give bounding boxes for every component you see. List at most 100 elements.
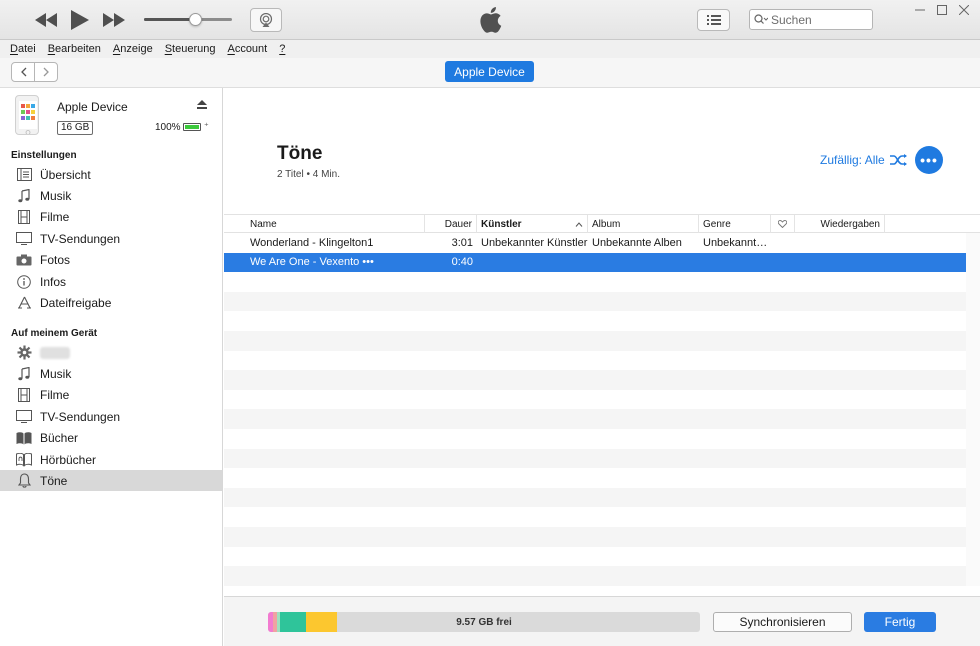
close-button[interactable] (954, 2, 974, 18)
navigation-bar: Apple Device (0, 58, 980, 88)
menu-accelerator: B (47, 43, 56, 55)
column-love[interactable] (771, 215, 795, 233)
shuffle-label: Zufällig: Alle (820, 153, 885, 167)
sidebar-item-label: Dateifreigabe (40, 295, 112, 310)
track-row[interactable]: Wonderland - Klingelton1 3:01 Unbekannter … (224, 233, 966, 253)
track-duration: 3:01 (451, 236, 473, 249)
shuffle-icon (889, 154, 907, 166)
search-input[interactable] (771, 12, 861, 27)
book-icon (15, 430, 33, 446)
search-box[interactable] (749, 9, 873, 30)
more-options-button[interactable]: ••• (915, 146, 943, 174)
sidebar-item-filme[interactable]: Filme (0, 207, 222, 228)
menu-accelerator: ? (279, 43, 286, 55)
menu-label-rest: atei (17, 43, 36, 55)
sync-button[interactable]: Synchronisieren (713, 612, 852, 632)
menu-accelerator: S (164, 43, 173, 55)
player-toolbar (0, 0, 980, 40)
device-summary[interactable]: Apple Device 16 GB 100% ⁺ (0, 88, 223, 146)
page-subtitle: 2 Titel • 4 Min. (277, 169, 340, 180)
search-icon (754, 14, 768, 24)
airplay-button[interactable] (250, 8, 282, 32)
sidebar-item-device-app[interactable] (0, 342, 222, 363)
minimize-icon (915, 9, 925, 11)
track-duration: 0:40 (451, 256, 473, 269)
up-next-button[interactable] (697, 9, 730, 31)
sidebar-item-label: Musik (40, 366, 72, 381)
sidebar-item-tv-sendungen[interactable]: TV-Sendungen (0, 406, 222, 427)
column-plays-label: Wiedergaben (820, 218, 880, 230)
menu-item-2[interactable]: Anzeige (113, 43, 153, 55)
sidebar-item-musik[interactable]: Musik (0, 185, 222, 206)
sidebar-item-dateifreigabe[interactable]: Dateifreigabe (0, 292, 222, 313)
list-icon (706, 15, 721, 25)
device-button[interactable]: Apple Device (445, 61, 534, 82)
forward-button[interactable] (102, 11, 126, 29)
track-genre (703, 253, 771, 272)
back-button[interactable] (12, 63, 35, 81)
track-row[interactable]: We Are One - Vexento ••• 0:40 (224, 252, 966, 273)
column-plays[interactable]: Wiedergaben (795, 215, 885, 233)
menu-label-rest: nzeige (120, 43, 153, 55)
empty-row (224, 291, 966, 312)
sidebar-item-hörbücher[interactable]: Hörbücher (0, 449, 222, 470)
menu-item-0[interactable]: Datei (10, 43, 36, 55)
empty-row (224, 468, 966, 488)
device-thumbnail-icon (15, 95, 39, 135)
tv-icon (15, 409, 33, 425)
sidebar-item-fotos[interactable]: Fotos (0, 250, 222, 271)
empty-row (224, 487, 966, 508)
battery-percentage: 100% (155, 122, 181, 133)
column-album-label: Album (592, 218, 621, 230)
film-icon (15, 387, 33, 403)
empty-row (224, 566, 966, 586)
minimize-button[interactable] (910, 2, 930, 18)
eject-button[interactable] (197, 100, 207, 112)
column-album[interactable]: Album (588, 215, 699, 233)
battery-icon (183, 123, 201, 131)
main-content: Töne 2 Titel • 4 Min. Zufällig: Alle •••… (224, 88, 980, 596)
menu-item-1[interactable]: Bearbeiten (48, 43, 101, 55)
maximize-button[interactable] (932, 2, 952, 18)
empty-row (224, 390, 966, 410)
volume-slider[interactable] (144, 13, 232, 26)
chevron-right-icon (43, 67, 49, 77)
play-button[interactable] (69, 8, 91, 32)
camera-icon (15, 252, 33, 268)
column-genre[interactable]: Genre (699, 215, 771, 233)
column-name[interactable]: Name (246, 215, 425, 233)
volume-knob[interactable] (189, 13, 203, 26)
menu-accelerator: A (227, 43, 235, 55)
menu-label-rest: earbeiten (55, 43, 101, 55)
sidebar-item-label: Fotos (40, 253, 71, 268)
empty-row (224, 507, 966, 527)
menu-item-3[interactable]: Steuerung (165, 43, 216, 55)
menu-item-4[interactable]: Account (227, 43, 267, 55)
sidebar-item-musik[interactable]: Musik (0, 363, 222, 384)
column-duration[interactable]: Dauer (425, 215, 477, 233)
track-artist (481, 253, 589, 272)
rewind-button[interactable] (34, 11, 58, 29)
charging-icon: ⁺ (204, 121, 209, 131)
sidebar-item-filme[interactable]: Filme (0, 385, 222, 406)
menu-label-rest: teuerung (172, 43, 216, 55)
table-scrollbar[interactable] (966, 233, 980, 586)
sidebar-item-infos[interactable]: Infos (0, 271, 222, 292)
column-artist[interactable]: Künstler (477, 215, 588, 233)
settings-section-header: Einstellungen (11, 150, 77, 161)
sidebar-item-label: TV-Sendungen (40, 409, 121, 424)
sidebar-item-töne[interactable]: Töne (0, 470, 222, 492)
sidebar-item-label: Bücher (40, 431, 79, 446)
audiobook-icon (15, 452, 33, 468)
shuffle-button[interactable]: Zufällig: Alle (820, 153, 908, 167)
sidebar-item-übersicht[interactable]: Übersicht (0, 164, 222, 185)
forward-nav-button[interactable] (35, 63, 57, 81)
device-section-header: Auf meinem Gerät (11, 328, 98, 339)
track-artist: Unbekannter Künstler (481, 236, 588, 249)
sidebar-item-bücher[interactable]: Bücher (0, 428, 222, 449)
sidebar-item-tv-sendungen[interactable]: TV-Sendungen (0, 228, 222, 249)
menu-item-5[interactable]: ? (279, 43, 285, 55)
done-button[interactable]: Fertig (864, 612, 936, 632)
empty-row (224, 409, 966, 429)
rewind-icon (35, 13, 57, 27)
